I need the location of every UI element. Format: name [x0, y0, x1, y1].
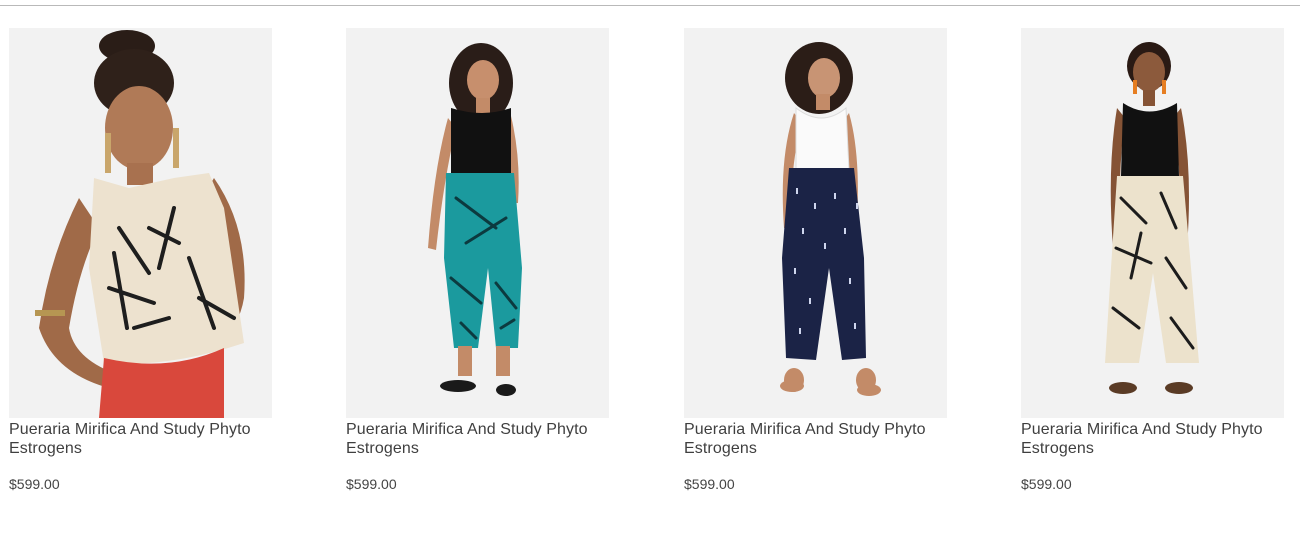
product-card[interactable]: Pueraria Mirifica And Study Phyto Estrog… — [1021, 28, 1284, 492]
product-card[interactable]: Pueraria Mirifica And Study Phyto Estrog… — [684, 28, 947, 492]
product-image[interactable] — [684, 28, 947, 418]
product-image[interactable] — [9, 28, 272, 418]
product-title[interactable]: Pueraria Mirifica And Study Phyto Estrog… — [346, 421, 609, 458]
product-card[interactable]: Pueraria Mirifica And Study Phyto Estrog… — [346, 28, 609, 492]
product-card[interactable]: Pueraria Mirifica And Study Phyto Estrog… — [9, 28, 272, 492]
product-image[interactable] — [346, 28, 609, 418]
product-price: $599.00 — [1021, 476, 1072, 492]
product-price: $599.00 — [346, 476, 397, 492]
product-title[interactable]: Pueraria Mirifica And Study Phyto Estrog… — [684, 421, 947, 458]
product-title[interactable]: Pueraria Mirifica And Study Phyto Estrog… — [1021, 421, 1284, 458]
top-divider — [0, 5, 1300, 6]
product-price: $599.00 — [9, 476, 60, 492]
product-title[interactable]: Pueraria Mirifica And Study Phyto Estrog… — [9, 421, 272, 458]
product-price: $599.00 — [684, 476, 735, 492]
product-image[interactable] — [1021, 28, 1284, 418]
